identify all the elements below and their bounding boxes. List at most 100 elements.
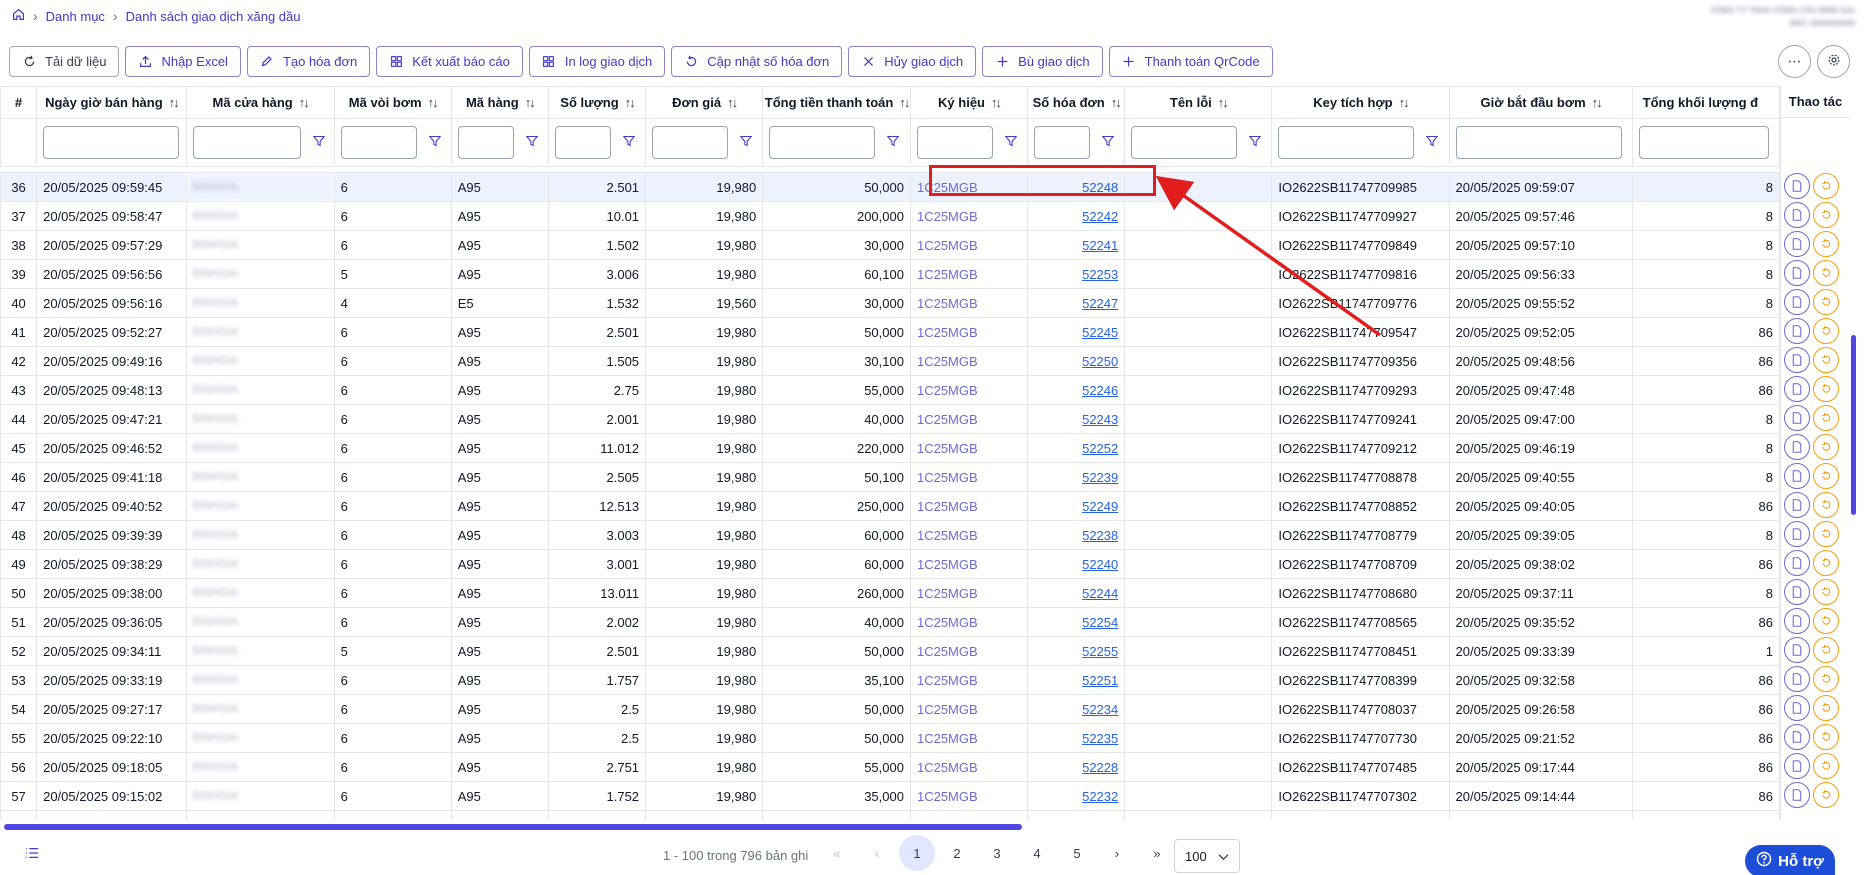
view-invoice-icon[interactable] [1784, 666, 1810, 692]
transactions-table-container[interactable]: # Ngày giờ bán hàng ↑↓ Mã cửa hàng ↑↓ Mã v… [0, 86, 1780, 820]
update-invoice-number-button[interactable]: Cập nhật số hóa đơn [671, 46, 843, 77]
undo-icon[interactable] [1813, 231, 1839, 257]
filter-input-quantity[interactable] [554, 126, 611, 159]
table-row[interactable]: 54 20/05/2025 09:27:17 BINHGIA 6 A95 2.5 19,98… [0, 694, 1780, 724]
vertical-scrollbar[interactable] [1851, 335, 1856, 515]
settings-button[interactable] [1817, 45, 1850, 78]
undo-icon[interactable] [1813, 695, 1839, 721]
col-header-store[interactable]: Mã cửa hàng ↑↓ [185, 86, 335, 119]
table-row[interactable]: 36 20/05/2025 09:59:45 BINHGIA 6 A95 2.501 19,… [0, 172, 1780, 202]
filter-input-volume[interactable] [1638, 126, 1769, 159]
undo-icon[interactable] [1813, 173, 1839, 199]
table-row[interactable]: 47 20/05/2025 09:40:52 BINHGIA 6 A95 12.513 19… [0, 491, 1780, 521]
view-invoice-icon[interactable] [1784, 579, 1810, 605]
view-invoice-icon[interactable] [1784, 318, 1810, 344]
filter-icon[interactable] [525, 135, 539, 150]
col-header-start[interactable]: Giờ bắt đầu bơm ↑↓ [1448, 86, 1633, 119]
list-icon[interactable] [25, 847, 39, 862]
invoice-number-cell[interactable]: 52249 [1027, 491, 1126, 521]
more-options-button[interactable]: ⋯ [1778, 45, 1811, 78]
view-invoice-icon[interactable] [1784, 463, 1810, 489]
compensate-transaction-button[interactable]: Bù giao dịch [982, 46, 1103, 77]
filter-input-pump[interactable] [340, 126, 417, 159]
col-header-datetime[interactable]: Ngày giờ bán hàng ↑↓ [36, 86, 187, 119]
undo-icon[interactable] [1813, 724, 1839, 750]
invoice-number-cell[interactable]: 52239 [1027, 462, 1126, 492]
view-invoice-icon[interactable] [1784, 695, 1810, 721]
view-invoice-icon[interactable] [1784, 782, 1810, 808]
view-invoice-icon[interactable] [1784, 405, 1810, 431]
view-invoice-icon[interactable] [1784, 550, 1810, 576]
undo-icon[interactable] [1813, 608, 1839, 634]
undo-icon[interactable] [1813, 318, 1839, 344]
undo-icon[interactable] [1813, 492, 1839, 518]
table-row[interactable]: 39 20/05/2025 09:56:56 BINHGIA 5 A95 3.006 19,… [0, 259, 1780, 289]
invoice-number-cell[interactable]: 52232 [1027, 781, 1126, 811]
table-row[interactable]: 57 20/05/2025 09:15:02 BINHGIA 6 A95 1.752 19,… [0, 781, 1780, 811]
filter-icon[interactable] [739, 135, 753, 150]
view-invoice-icon[interactable] [1784, 260, 1810, 286]
table-row[interactable]: 46 20/05/2025 09:41:18 BINHGIA 6 A95 2.505 19,… [0, 462, 1780, 492]
view-invoice-icon[interactable] [1784, 347, 1810, 373]
table-row[interactable]: 44 20/05/2025 09:47:21 BINHGIA 6 A95 2.001 19,… [0, 404, 1780, 434]
undo-icon[interactable] [1813, 347, 1839, 373]
undo-icon[interactable] [1813, 289, 1839, 315]
filter-input-datetime[interactable] [43, 126, 180, 159]
invoice-number-cell[interactable]: 52253 [1027, 259, 1126, 289]
breadcrumb-root[interactable]: Danh mục [46, 9, 105, 24]
table-row[interactable]: 41 20/05/2025 09:52:27 BINHGIA 6 A95 2.501 19,… [0, 317, 1780, 347]
invoice-number-cell[interactable]: 52254 [1027, 607, 1126, 637]
invoice-number-cell[interactable]: 52255 [1027, 636, 1126, 666]
filter-input-error[interactable] [1131, 126, 1238, 159]
invoice-number-cell[interactable]: 52238 [1027, 520, 1126, 550]
invoice-number-cell[interactable]: 52242 [1027, 201, 1126, 231]
view-invoice-icon[interactable] [1784, 173, 1810, 199]
invoice-number-cell[interactable]: 52251 [1027, 665, 1126, 695]
filter-input-start[interactable] [1455, 126, 1622, 159]
invoice-number-cell[interactable]: 52252 [1027, 433, 1126, 463]
view-invoice-icon[interactable] [1784, 289, 1810, 315]
invoice-number-cell[interactable]: 52246 [1027, 375, 1126, 405]
page-5[interactable]: 5 [1057, 835, 1097, 871]
load-data-button[interactable]: Tải dữ liệu [9, 46, 120, 77]
view-invoice-icon[interactable] [1784, 492, 1810, 518]
view-invoice-icon[interactable] [1784, 608, 1810, 634]
table-row[interactable]: 38 20/05/2025 09:57:29 BINHGIA 6 A95 1.502 19,… [0, 230, 1780, 260]
undo-icon[interactable] [1813, 782, 1839, 808]
col-header-product[interactable]: Mã hàng ↑↓ [450, 86, 549, 119]
undo-icon[interactable] [1813, 463, 1839, 489]
col-header-price[interactable]: Đơn giá ↑↓ [645, 86, 764, 119]
filter-input-invoice[interactable] [1034, 126, 1091, 159]
filter-icon[interactable] [428, 135, 442, 150]
filter-icon[interactable] [1004, 135, 1018, 150]
page-4[interactable]: 4 [1017, 835, 1057, 871]
table-row[interactable]: 55 20/05/2025 09:22:10 BINHGIA 6 A95 2.5 19,98… [0, 723, 1780, 753]
filter-icon[interactable] [622, 135, 636, 150]
qrcode-payment-button[interactable]: Thanh toán QrCode [1108, 46, 1273, 77]
table-row[interactable]: 42 20/05/2025 09:49:16 BINHGIA 6 A95 1.505 19,… [0, 346, 1780, 376]
col-header-symbol[interactable]: Ký hiệu ↑↓ [909, 86, 1029, 119]
view-invoice-icon[interactable] [1784, 521, 1810, 547]
export-report-button[interactable]: Kết xuất báo cáo [376, 46, 523, 77]
undo-icon[interactable] [1813, 405, 1839, 431]
invoice-number-cell[interactable]: 52234 [1027, 694, 1126, 724]
invoice-number-cell[interactable]: 52241 [1027, 230, 1126, 260]
view-invoice-icon[interactable] [1784, 753, 1810, 779]
import-excel-button[interactable]: Nhập Excel [125, 46, 241, 77]
filter-input-price[interactable] [652, 126, 729, 159]
table-row[interactable]: 45 20/05/2025 09:46:52 BINHGIA 6 A95 11.012 19… [0, 433, 1780, 463]
page-2[interactable]: 2 [937, 835, 977, 871]
invoice-number-cell[interactable]: 52250 [1027, 346, 1126, 376]
table-row[interactable]: 51 20/05/2025 09:36:05 BINHGIA 6 A95 2.002 19,… [0, 607, 1780, 637]
undo-icon[interactable] [1813, 434, 1839, 460]
view-invoice-icon[interactable] [1784, 724, 1810, 750]
view-invoice-icon[interactable] [1784, 231, 1810, 257]
undo-icon[interactable] [1813, 637, 1839, 663]
table-row[interactable]: 43 20/05/2025 09:48:13 BINHGIA 6 A95 2.75 19,9… [0, 375, 1780, 405]
undo-icon[interactable] [1813, 579, 1839, 605]
view-invoice-icon[interactable] [1784, 434, 1810, 460]
page-3[interactable]: 3 [977, 835, 1017, 871]
undo-icon[interactable] [1813, 260, 1839, 286]
invoice-number-cell[interactable]: 52235 [1027, 723, 1126, 753]
col-header-invoice[interactable]: Số hóa đơn ↑↓ [1027, 86, 1126, 119]
